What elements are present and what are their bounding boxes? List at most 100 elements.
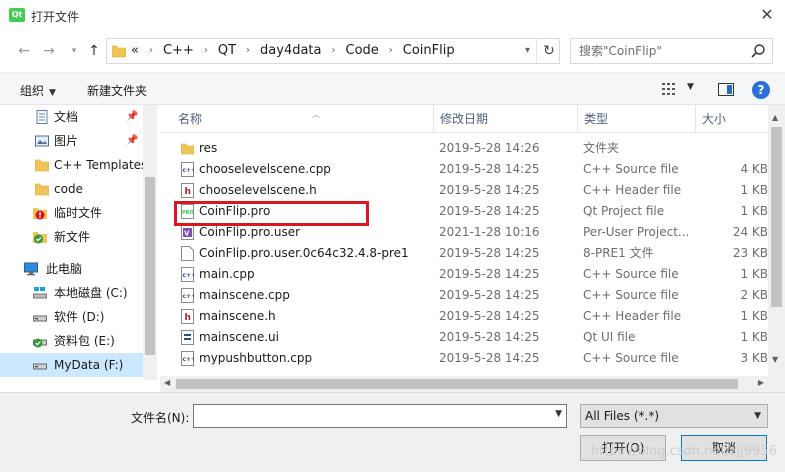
scrollbar-thumb[interactable] [771,127,782,307]
file-type: 8-PRE1 文件 [583,246,654,260]
preview-pane-icon[interactable] [718,83,734,96]
title-bar: Qt 打开文件 ✕ [0,0,785,32]
breadcrumb-code[interactable]: Code [346,39,379,63]
breadcrumb-overflow[interactable]: « [131,39,139,63]
breadcrumb-separator-icon[interactable]: › [389,39,393,63]
table-row[interactable]: h mainscene.h 2019-5-28 14:25 C++ Header… [160,306,770,327]
table-row[interactable]: mainscene.ui 2019-5-28 14:25 Qt UI file … [160,327,770,348]
file-list-horizontal-scrollbar[interactable]: ◀ ▶ [160,376,768,392]
sidebar-item-label: 文档 [54,110,79,124]
file-size: 23 KB [732,246,768,260]
scroll-left-icon[interactable]: ◀ [164,378,170,387]
file-type: Qt UI file [583,330,636,344]
filename-label: 文件名(N): [131,411,190,425]
close-icon[interactable]: ✕ [757,4,777,26]
table-row[interactable]: c++ chooselevelscene.cpp 2019-5-28 14:25… [160,159,770,180]
view-mode-icon[interactable] [662,83,678,96]
scrollbar-thumb[interactable] [145,177,155,355]
command-toolbar: 组织 ▼ 新建文件夹 ▼ ? [0,72,785,105]
table-row[interactable]: h chooselevelscene.h 2019-5-28 14:25 C++… [160,180,770,201]
breadcrumb-day4data[interactable]: day4data [260,39,321,63]
sidebar-item-this-pc[interactable]: 此电脑 [0,257,143,281]
table-row[interactable]: CoinFlip.pro.user.0c64c32.4.8-pre1 2019-… [160,243,770,264]
scrollbar-thumb[interactable] [176,379,738,389]
blank-file-icon [181,246,194,261]
folder-icon [112,45,126,58]
sidebar-item-drive-d[interactable]: 软件 (D:) [0,305,143,329]
breadcrumb-cpp[interactable]: C++ [163,39,194,63]
file-size: 1 KB [740,204,768,218]
scroll-right-icon[interactable]: ▶ [758,378,764,387]
document-icon [36,110,48,124]
file-size: 2 KB [740,288,768,302]
view-options-chevron-icon[interactable]: ▼ [687,82,694,92]
column-date[interactable]: 修改日期 [434,105,578,133]
picture-icon [35,135,49,147]
breadcrumb-coinflip[interactable]: CoinFlip [403,39,455,63]
drive-synced-icon [33,338,47,348]
sidebar-item-drive-c[interactable]: 本地磁盘 (C:) [0,281,143,305]
watermark-text: https://blog.csdn.net/zjj9956 [590,444,777,459]
forward-arrow-icon[interactable]: → [39,41,59,61]
column-name[interactable]: 名称 ︿ [172,105,434,133]
file-name: mainscene.cpp [199,288,290,302]
table-row[interactable]: c++ mypushbutton.cpp 2019-5-28 14:25 C++… [160,348,770,369]
sidebar-item-new-files[interactable]: 新文件 [0,225,143,249]
filename-input[interactable]: ▼ [193,404,567,428]
navigation-bar: ← → ▾ ↑ « › C++ › QT › day4data › Code ›… [0,32,785,70]
column-type[interactable]: 类型 [578,105,696,133]
sidebar-item-label: 临时文件 [54,206,103,220]
new-folder-button[interactable]: 新建文件夹 [87,82,147,99]
address-bar[interactable]: « › C++ › QT › day4data › Code › CoinFli… [106,38,560,64]
svg-text:c++: c++ [183,272,195,279]
organize-button[interactable]: 组织 ▼ [20,82,56,99]
sidebar-item-documents[interactable]: 文档 📌 [0,105,143,129]
drive-icon [33,315,47,322]
file-type: C++ Source file [583,267,679,281]
sidebar-scrollbar[interactable] [143,105,157,380]
chevron-down-icon: ▼ [49,88,56,98]
file-type: C++ Header file [583,309,682,323]
sidebar-item-drive-f[interactable]: MyData (F:) [0,353,143,377]
sidebar-item-label: 软件 (D:) [54,310,105,324]
cpp-source-icon: c++ [181,351,194,366]
file-list: 名称 ︿ 修改日期 类型 大小 res 2019-5-28 14:26 文件夹 … [160,105,785,392]
sidebar-item-pictures[interactable]: 图片 📌 [0,129,143,153]
sidebar-item-label: 此电脑 [46,262,83,276]
svg-text:h: h [185,313,191,323]
table-row[interactable]: c++ main.cpp 2019-5-28 14:25 C++ Source … [160,264,770,285]
breadcrumb-separator-icon[interactable]: › [246,39,250,63]
sidebar-item-code[interactable]: code [0,177,143,201]
breadcrumb-qt[interactable]: QT [218,39,236,63]
qt-app-icon: Qt [9,8,25,22]
file-type: C++ Source file [583,351,679,365]
file-type-select[interactable]: All Files (*.*) ▼ [580,404,768,428]
file-list-vertical-scrollbar[interactable]: ▲ ▼ [768,105,785,392]
chevron-down-icon[interactable]: ▼ [555,409,562,419]
breadcrumb-separator-icon[interactable]: › [204,39,208,63]
table-row[interactable]: c++ mainscene.cpp 2019-5-28 14:25 C++ So… [160,285,770,306]
search-icon[interactable] [750,43,766,59]
scroll-up-icon[interactable]: ▲ [772,113,778,122]
column-name-label: 名称 [178,112,203,126]
help-icon[interactable]: ? [752,81,770,99]
sidebar-item-drive-e[interactable]: 资料包 (E:) [0,329,143,353]
sidebar-item-label: 资料包 (E:) [54,334,115,348]
recent-dropdown-icon[interactable]: ▾ [64,41,84,61]
breadcrumb-separator-icon[interactable]: › [149,39,153,63]
cpp-header-icon: h [181,183,194,198]
file-date: 2019-5-28 14:25 [439,267,540,281]
sidebar-item-temp-files[interactable]: 临时文件 [0,201,143,225]
back-arrow-icon[interactable]: ← [14,41,34,61]
table-row[interactable]: res 2019-5-28 14:26 文件夹 [160,138,770,159]
column-size[interactable]: 大小 [696,105,770,133]
scroll-down-icon[interactable]: ▼ [772,355,778,364]
search-box[interactable] [570,38,773,64]
address-history-dropdown-icon[interactable]: ▾ [519,39,537,63]
refresh-icon[interactable]: ↻ [537,39,561,63]
breadcrumb-separator-icon[interactable]: › [332,39,336,63]
search-input[interactable] [579,43,749,59]
sidebar-item-cpp-templates[interactable]: C++ Templates [0,153,143,177]
cpp-header-icon: h [181,309,194,324]
up-arrow-icon[interactable]: ↑ [84,41,104,61]
